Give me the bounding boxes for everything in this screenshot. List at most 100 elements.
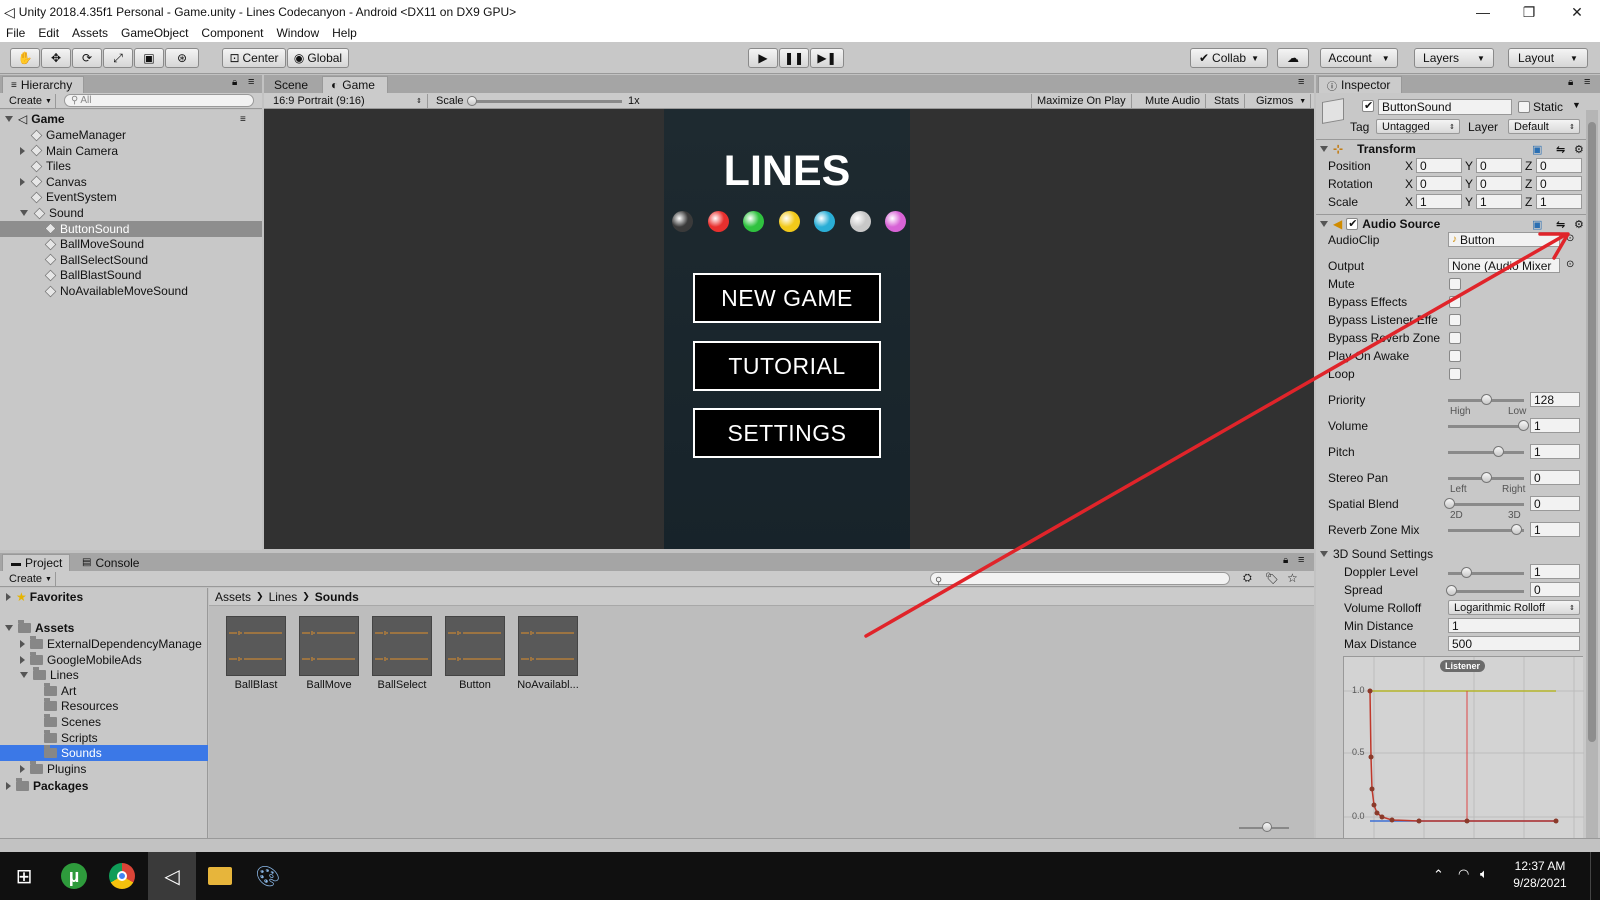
transform-y-field[interactable]: 1 [1476,194,1522,209]
scrollbar-thumb[interactable] [1588,122,1596,742]
scale-slider-track[interactable] [472,100,622,103]
menu-gameobject[interactable]: GameObject [121,26,188,40]
hierarchy-item[interactable]: Sound [0,205,262,221]
object-name-field[interactable]: ButtonSound [1378,99,1512,115]
wifi-icon[interactable]: ◠ [1458,866,1469,882]
breadcrumb-lines[interactable]: Lines [269,590,298,604]
rect-tool-button[interactable]: ▣ [134,48,164,68]
audio-asset-thumbnail[interactable] [445,616,505,676]
close-button[interactable]: ✕ [1554,0,1600,24]
project-tree-item[interactable]: Resources [0,698,208,714]
game-viewport[interactable]: LINES NEW GAME TUTORIAL SETTINGS [264,109,1314,549]
tag-dropdown[interactable]: Untagged ⇕ [1376,119,1460,134]
expand-arrow-icon[interactable] [6,782,11,790]
audio-asset-thumbnail[interactable] [299,616,359,676]
slider-value-field[interactable]: 128 [1530,392,1580,407]
menu-help[interactable]: Help [332,26,357,40]
audio-source-header[interactable]: ◀ ✔ Audio Source ▣ ⇋ ⚙ [1320,216,1586,232]
expand-arrow-icon[interactable] [1320,551,1328,557]
breadcrumb-assets[interactable]: Assets [215,590,251,604]
settings-button[interactable]: SETTINGS [693,408,881,458]
project-search-input[interactable]: ⚲ [930,572,1230,587]
active-checkbox[interactable]: ✔ [1362,100,1374,112]
project-tree-item[interactable]: Scripts [0,729,208,746]
hierarchy-item[interactable]: EventSystem [0,189,262,205]
maximize-button[interactable]: ❐ [1506,0,1552,24]
stats-toggle[interactable]: Stats [1209,94,1246,108]
breadcrumb-sounds[interactable]: Sounds [315,590,359,604]
layer-dropdown[interactable]: Default ⇕ [1508,119,1580,134]
slider-knob[interactable] [1510,524,1522,535]
slider-value-field[interactable]: 1 [1530,522,1580,537]
layout-dropdown[interactable]: Layout ▼ [1508,48,1588,68]
collab-dropdown[interactable]: ✔ Collab ▼ [1190,48,1268,68]
tutorial-button[interactable]: TUTORIAL [693,341,881,391]
audio-source-enabled-checkbox[interactable]: ✔ [1346,218,1359,230]
tab-project[interactable]: ▬ Project [2,554,70,571]
slider-track[interactable] [1448,425,1524,428]
output-field[interactable]: None (Audio Mixer [1448,258,1560,273]
pivot-center-button[interactable]: ⊡ Center [222,48,286,68]
audio-asset-label[interactable]: BallBlast [216,679,296,691]
expand-arrow-icon[interactable] [20,640,25,648]
preset-icon[interactable]: ⇋ [1556,143,1565,156]
hand-tool-button[interactable]: ✋ [10,48,40,68]
start-button[interactable]: ⊞ [0,852,48,900]
menu-component[interactable]: Component [201,26,263,40]
transform-z-field[interactable]: 0 [1536,158,1582,173]
doppler-slider-knob[interactable] [1461,567,1472,578]
expand-arrow-icon[interactable] [20,210,28,216]
taskbar-chrome[interactable] [98,852,146,900]
show-desktop-button[interactable] [1590,852,1600,900]
audio-asset-label[interactable]: Button [435,679,515,691]
play-button[interactable]: ▶ [748,48,778,68]
slider-knob[interactable] [1481,472,1492,483]
mute-audio-toggle[interactable]: Mute Audio [1140,94,1207,108]
packages-row[interactable]: Packages [0,778,208,794]
project-tree-item[interactable]: Art [0,682,208,699]
doppler-slider-track[interactable] [1448,572,1524,575]
doppler-field[interactable]: 1 [1530,564,1580,579]
spread-slider-track[interactable] [1448,590,1524,593]
expand-arrow-icon[interactable] [20,655,25,664]
filter-type-icon[interactable]: ⛭ [1243,572,1252,585]
scene-root-row[interactable]: ◁ Game ≡ [0,111,262,127]
gear-icon[interactable]: ⚙ [1574,218,1584,231]
transform-y-field[interactable]: 0 [1476,158,1522,173]
transform-header[interactable]: ⊹ Transform ▣ ⇋ ⚙ [1320,141,1586,157]
step-button[interactable]: ▶❚ [810,48,844,68]
menu-file[interactable]: File [6,26,25,40]
book-icon[interactable]: ▣ [1532,218,1542,231]
audio-asset-thumbnail[interactable] [518,616,578,676]
sound3d-header[interactable]: 3D Sound Settings [1320,546,1586,562]
new-game-button[interactable]: NEW GAME [693,273,881,323]
transform-x-field[interactable]: 0 [1416,158,1462,173]
toggle-checkbox[interactable] [1449,350,1461,362]
project-tree-item[interactable]: Scenes [0,714,208,730]
menu-window[interactable]: Window [276,26,319,40]
move-tool-button[interactable]: ✥ [41,48,71,68]
slider-knob[interactable] [1444,498,1455,509]
toggle-checkbox[interactable] [1449,296,1461,308]
expand-arrow-icon[interactable] [20,672,28,679]
panel-menu-icon[interactable]: ≡ [248,76,254,88]
slider-track[interactable] [1448,503,1524,506]
tab-hierarchy[interactable]: ≡ Hierarchy [2,76,84,93]
tab-scene[interactable]: Scene [266,76,322,93]
gear-icon[interactable]: ⚙ [1574,143,1584,156]
audioclip-field[interactable]: ♪ Button [1448,232,1560,247]
toggle-checkbox[interactable] [1449,314,1461,326]
taskbar-paint[interactable]: 🎨︎ [244,852,292,900]
transform-z-field[interactable]: 0 [1536,176,1582,191]
pause-button[interactable]: ❚❚ [779,48,809,68]
project-tree-item[interactable]: GoogleMobileAds [0,651,208,668]
expand-arrow-icon[interactable] [6,593,11,601]
slider-track[interactable] [1448,451,1524,454]
expand-arrow-icon[interactable] [20,764,25,773]
audio-asset-label[interactable]: NoAvailabl... [508,679,588,691]
scale-tool-button[interactable]: ⤢ [103,48,133,68]
cloud-button[interactable]: ☁ [1277,48,1309,68]
hierarchy-item[interactable]: BallMoveSound [0,236,262,252]
panel-menu-icon[interactable]: ≡ [1298,554,1304,566]
transform-tool-button[interactable]: ⊛ [165,48,199,68]
